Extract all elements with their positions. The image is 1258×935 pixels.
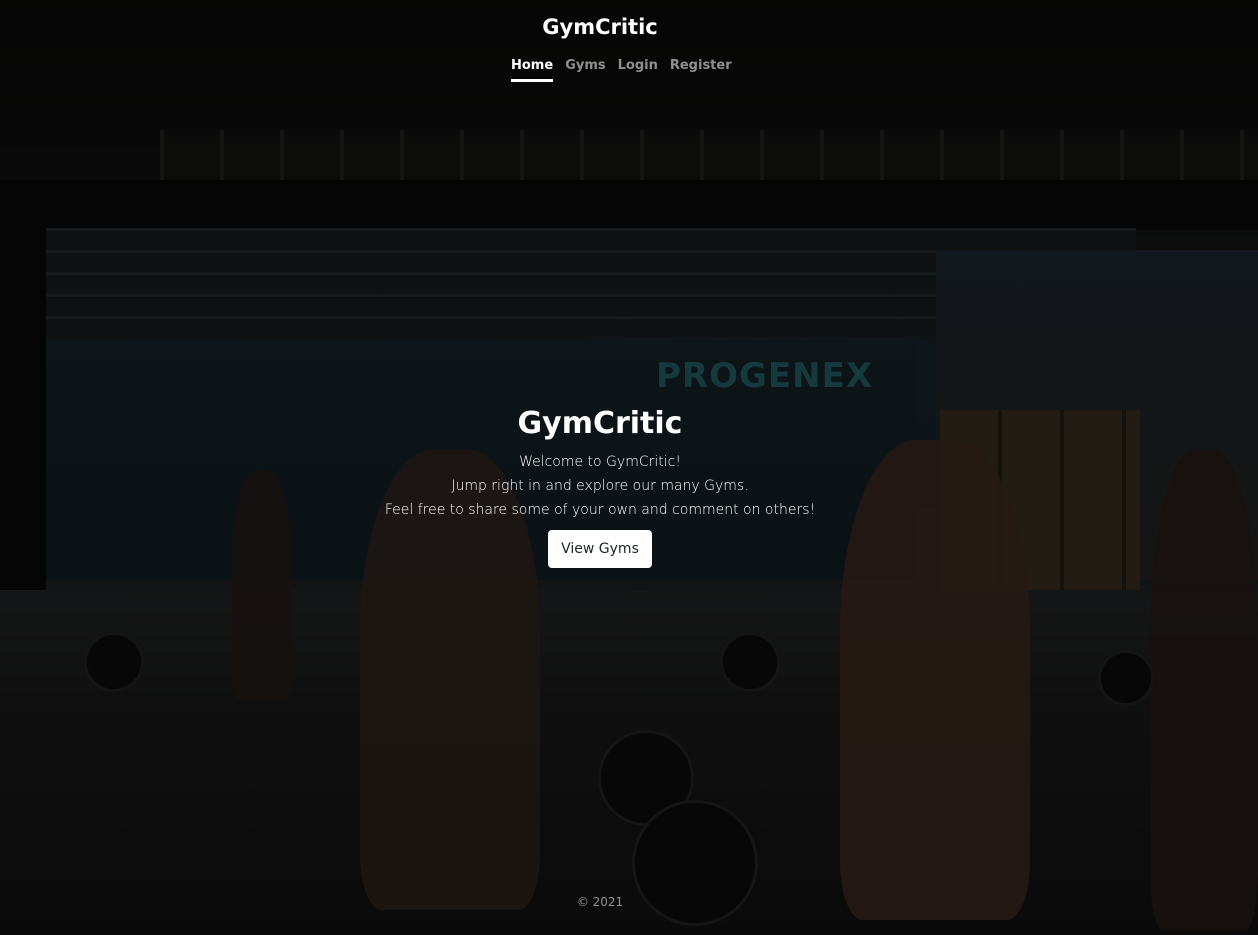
brand-title: GymCritic bbox=[542, 15, 658, 39]
nav-link-home[interactable]: Home bbox=[511, 58, 554, 82]
page: PROGENEX GymCritic Home Gyms Login Regis… bbox=[0, 0, 1258, 935]
nav-link-gyms[interactable]: Gyms bbox=[565, 58, 605, 82]
nav-link-login[interactable]: Login bbox=[618, 58, 658, 82]
hero-explore-text: Jump right in and explore our many Gyms. bbox=[451, 478, 749, 494]
footer-copyright: © 2021 bbox=[576, 895, 624, 909]
main-nav: Home Gyms Login Register bbox=[511, 58, 732, 82]
hero-section: GymCritic Welcome to GymCritic! Jump rig… bbox=[0, 404, 1200, 568]
hero-title: GymCritic bbox=[517, 406, 683, 441]
hero-welcome-text: Welcome to GymCritic! bbox=[519, 454, 681, 470]
nav-link-register[interactable]: Register bbox=[670, 58, 732, 82]
hero-share-text: Feel free to share some of your own and … bbox=[384, 502, 816, 518]
view-gyms-button[interactable]: View Gyms bbox=[548, 530, 652, 568]
